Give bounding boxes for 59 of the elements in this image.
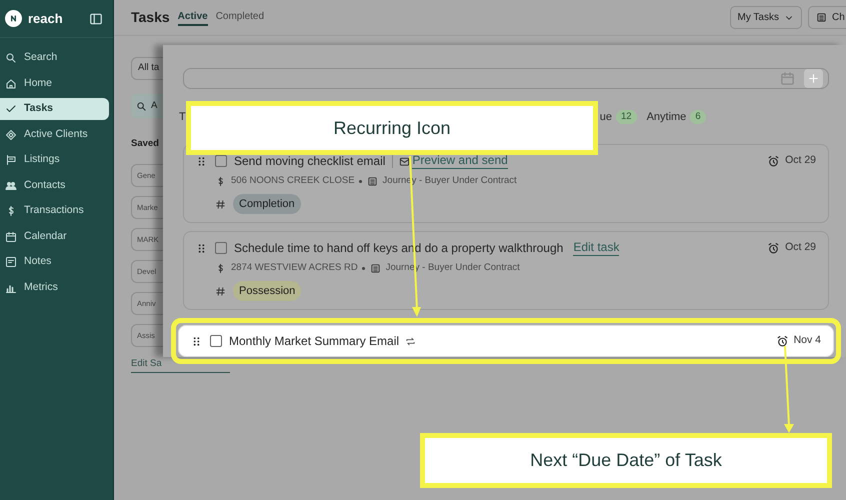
nav-item[interactable]: Active Clients — [0, 124, 109, 146]
page-title: Tasks — [131, 8, 170, 27]
count-badge: 12 — [616, 110, 637, 124]
tab[interactable]: Active — [178, 10, 208, 26]
calendar-icon — [5, 230, 17, 242]
nav-item[interactable]: Transactions — [0, 200, 109, 222]
nav-item[interactable]: Tasks — [0, 98, 109, 120]
task-title: Send moving checklist email — [234, 153, 386, 170]
task-address: 2874 WESTVIEW ACRES RD — [231, 261, 358, 276]
list-icon — [366, 176, 378, 187]
nav-item[interactable]: Metrics — [0, 276, 109, 298]
tab[interactable]: Completed — [216, 10, 264, 26]
button[interactable]: Ch — [808, 6, 846, 29]
dropdown[interactable]: My Tasks — [730, 6, 802, 29]
alarm-clock-icon — [767, 154, 780, 168]
people-icon — [5, 180, 17, 192]
email-icon — [399, 156, 410, 166]
checkbox[interactable] — [210, 335, 222, 347]
due-date: Nov 4 — [794, 333, 821, 348]
nav-item[interactable]: Contacts — [0, 174, 109, 196]
list-icon — [370, 263, 381, 274]
sign-icon — [5, 154, 17, 166]
drag-handle-icon[interactable] — [196, 242, 207, 254]
panel-tab[interactable]: Anytime — [646, 108, 686, 126]
search-icon — [136, 100, 147, 112]
check-icon — [5, 103, 17, 115]
hash-icon — [215, 286, 226, 296]
sidebar-toggle-icon[interactable] — [89, 12, 103, 26]
section-label: Saved — [131, 137, 160, 151]
tag: Possession — [233, 281, 302, 301]
panel-tab[interactable]: T — [179, 108, 186, 126]
logo-text: reach — [28, 10, 63, 28]
tag: Completion — [233, 194, 301, 214]
nav-item[interactable]: Notes — [0, 251, 109, 273]
drag-handle-icon[interactable] — [191, 336, 202, 346]
task-title: Monthly Market Summary Email — [229, 333, 400, 350]
callout-text: Recurring Icon — [333, 116, 451, 140]
logo-icon — [5, 10, 22, 27]
count-badge: 6 — [690, 110, 706, 124]
note-icon — [5, 256, 17, 268]
home-icon — [5, 78, 17, 90]
task-address: 506 NOONS CREEK CLOSE — [231, 174, 355, 188]
panel-tab[interactable]: ue — [600, 108, 612, 126]
alarm-clock-icon — [767, 242, 780, 254]
nav-item[interactable]: Search — [0, 47, 109, 69]
drag-handle-icon[interactable] — [196, 156, 207, 166]
plus-icon — [807, 72, 820, 85]
callout-text: Next “Due Date” of Task — [530, 449, 722, 472]
diamond-icon — [5, 128, 17, 140]
hash-icon — [215, 198, 226, 210]
due-date: Oct 29 — [785, 153, 816, 168]
nav-item[interactable]: Home — [0, 72, 109, 94]
checkbox[interactable] — [215, 242, 227, 254]
due-date: Oct 29 — [785, 240, 816, 256]
alarm-clock-icon — [776, 334, 789, 348]
nav-item[interactable]: Listings — [0, 149, 109, 171]
nav-item[interactable]: Calendar — [0, 226, 109, 248]
table-icon — [816, 12, 827, 23]
search-icon — [5, 52, 17, 64]
